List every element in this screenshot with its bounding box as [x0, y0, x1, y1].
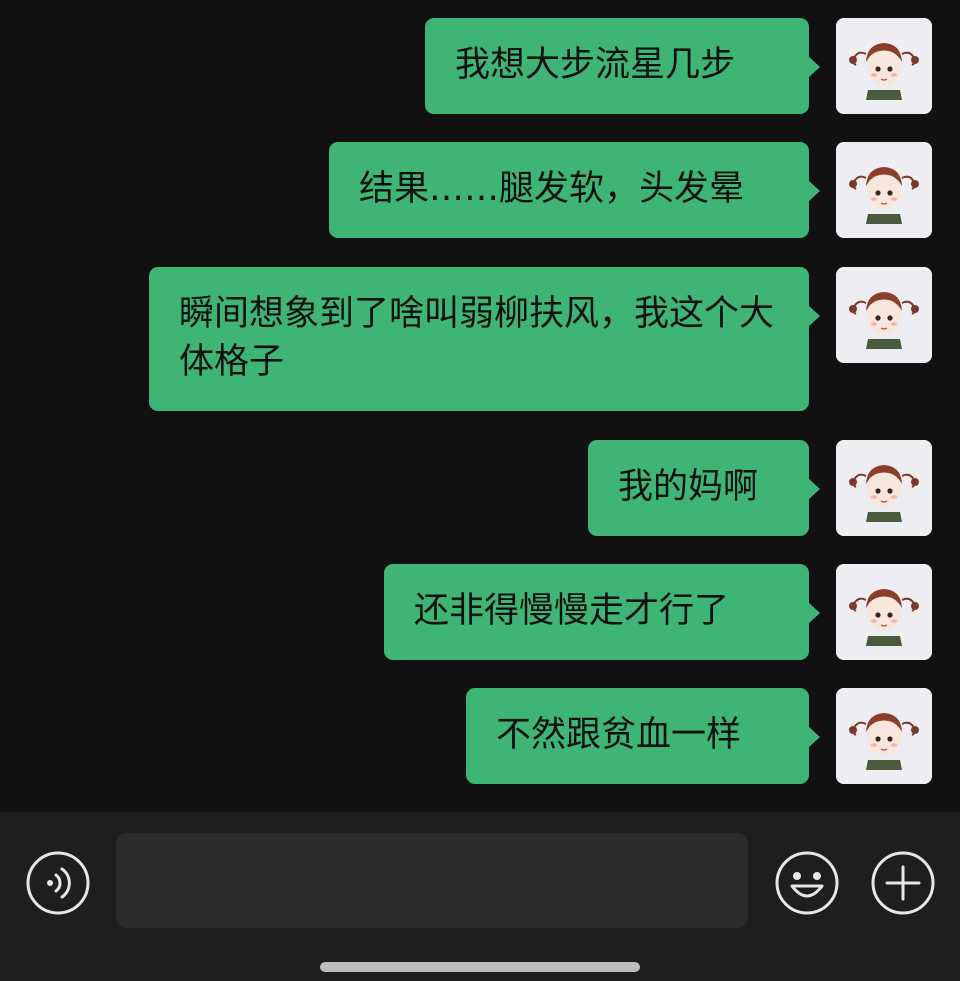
message-bubble[interactable]: 还非得慢慢走才行了: [384, 564, 820, 660]
message-row: 还非得慢慢走才行了: [0, 564, 960, 660]
message-bubble[interactable]: 瞬间想象到了啥叫弱柳扶风，我这个大体格子: [149, 267, 820, 411]
message-row: 我的妈啊: [0, 440, 960, 536]
avatar[interactable]: [836, 688, 932, 784]
message-bubble[interactable]: 不然跟贫血一样: [466, 688, 820, 784]
home-indicator[interactable]: [320, 962, 640, 972]
voice-icon[interactable]: [26, 851, 90, 915]
message-row: 瞬间想象到了啥叫弱柳扶风，我这个大体格子: [0, 267, 960, 411]
avatar[interactable]: [836, 267, 932, 363]
message-input[interactable]: [116, 833, 748, 928]
chat-area[interactable]: 我想大步流星几步 结果……腿发软，头发晕 瞬间想象到了啥叫弱柳扶风，我这个大体格…: [0, 0, 960, 812]
avatar[interactable]: [836, 142, 932, 238]
message-bubble[interactable]: 我想大步流星几步: [425, 18, 820, 114]
message-row: 结果……腿发软，头发晕: [0, 142, 960, 238]
message-row: 我想大步流星几步: [0, 18, 960, 114]
plus-icon[interactable]: [870, 850, 936, 916]
emoji-icon[interactable]: [774, 850, 840, 916]
message-bubble[interactable]: 我的妈啊: [588, 440, 820, 536]
message-bubble[interactable]: 结果……腿发软，头发晕: [329, 142, 820, 238]
avatar[interactable]: [836, 440, 932, 536]
avatar[interactable]: [836, 18, 932, 114]
avatar[interactable]: [836, 564, 932, 660]
message-row: 不然跟贫血一样: [0, 688, 960, 784]
